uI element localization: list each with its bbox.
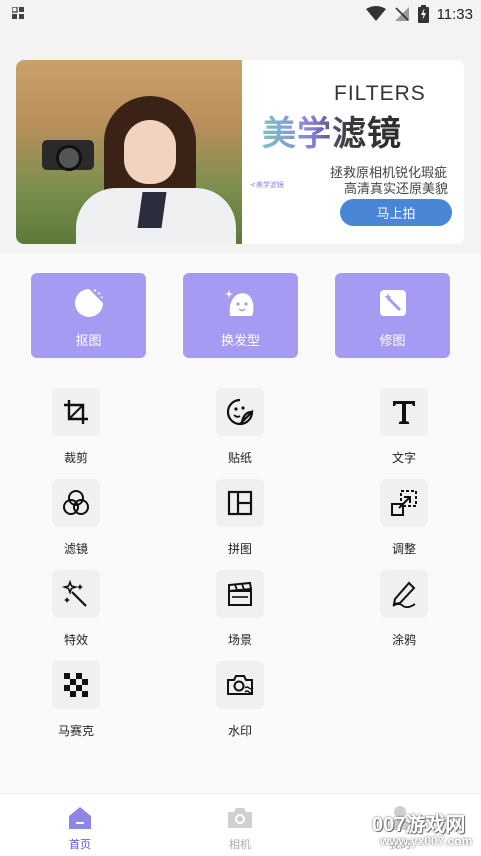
tool-text[interactable]: 文字: [354, 388, 454, 470]
watermark-icon: [227, 675, 254, 695]
tab-home[interactable]: 首页: [40, 802, 120, 852]
tool-label: 调整: [391, 542, 416, 556]
tool-label: 裁剪: [63, 451, 88, 465]
collage-icon: [227, 490, 253, 516]
status-bar: 11:33: [0, 0, 481, 28]
banner-desc-2: 高清真实还原美貌: [344, 182, 449, 197]
tool-label: 涂鸦: [391, 633, 416, 647]
tool-label: 文字: [391, 451, 416, 465]
tool-scene[interactable]: 场景: [190, 570, 290, 652]
tool-label: 拼图: [227, 542, 252, 556]
banner-title-cn: 美学滤镜: [262, 106, 402, 155]
site-watermark: 007游戏网: [372, 814, 466, 836]
feature-hairstyle[interactable]: 换发型: [183, 273, 298, 358]
tool-crop[interactable]: 裁剪: [26, 388, 126, 470]
shoot-now-button[interactable]: 马上拍: [340, 199, 452, 226]
tool-label: 特效: [63, 633, 88, 647]
tab-label: 相机: [229, 838, 251, 851]
magic-edit-icon: [380, 290, 406, 316]
wifi-icon: [365, 6, 386, 21]
tool-effects[interactable]: 特效: [26, 570, 126, 652]
tool-label: 滤镜: [63, 542, 88, 556]
hairstyle-icon: [225, 290, 254, 316]
banner-small-tag: <美学滤镜: [250, 181, 284, 189]
grid-notification-icon: [12, 7, 24, 19]
feature-magic-edit[interactable]: 修图: [335, 273, 450, 358]
main-panel: 抠图 换发型 修图 裁剪 贴纸 文字 滤镜 拼图 调整 特效 场景 涂鸦 马赛克…: [0, 253, 481, 793]
adjust-icon: [391, 490, 417, 516]
battery-icon: [417, 5, 429, 23]
cutout-icon: [75, 289, 103, 317]
feature-label: 修图: [379, 334, 406, 349]
crop-icon: [64, 400, 88, 424]
tool-filter[interactable]: 滤镜: [26, 479, 126, 561]
banner-title-en: FILTERS: [334, 82, 426, 105]
home-icon: [69, 807, 91, 829]
effects-icon: [62, 580, 87, 607]
tool-collage[interactable]: 拼图: [190, 479, 290, 561]
mosaic-icon: [64, 673, 88, 697]
banner-photo: [16, 60, 242, 244]
clock: 11:33: [436, 5, 473, 23]
no-signal-icon: [394, 7, 409, 21]
text-icon: [393, 401, 415, 424]
tool-label: 贴纸: [227, 451, 252, 465]
tool-label: 场景: [227, 633, 252, 647]
site-watermark-url: www.yx007.com: [380, 834, 473, 848]
filter-icon: [63, 490, 89, 515]
camera-icon: [228, 808, 252, 828]
feature-label: 抠图: [75, 334, 102, 349]
tab-camera[interactable]: 相机: [200, 802, 280, 852]
tool-label: 水印: [227, 724, 252, 738]
doodle-icon: [392, 581, 416, 608]
feature-label: 换发型: [220, 334, 260, 349]
tool-watermark[interactable]: 水印: [190, 661, 290, 743]
tool-label: 马赛克: [57, 724, 94, 738]
tool-doodle[interactable]: 涂鸦: [354, 570, 454, 652]
tab-label: 首页: [69, 838, 91, 851]
sticker-icon: [226, 398, 254, 426]
feature-cutout[interactable]: 抠图: [31, 273, 146, 358]
tool-adjust[interactable]: 调整: [354, 479, 454, 561]
tool-mosaic[interactable]: 马赛克: [26, 661, 126, 743]
scene-icon: [228, 581, 253, 606]
tool-sticker[interactable]: 贴纸: [190, 388, 290, 470]
